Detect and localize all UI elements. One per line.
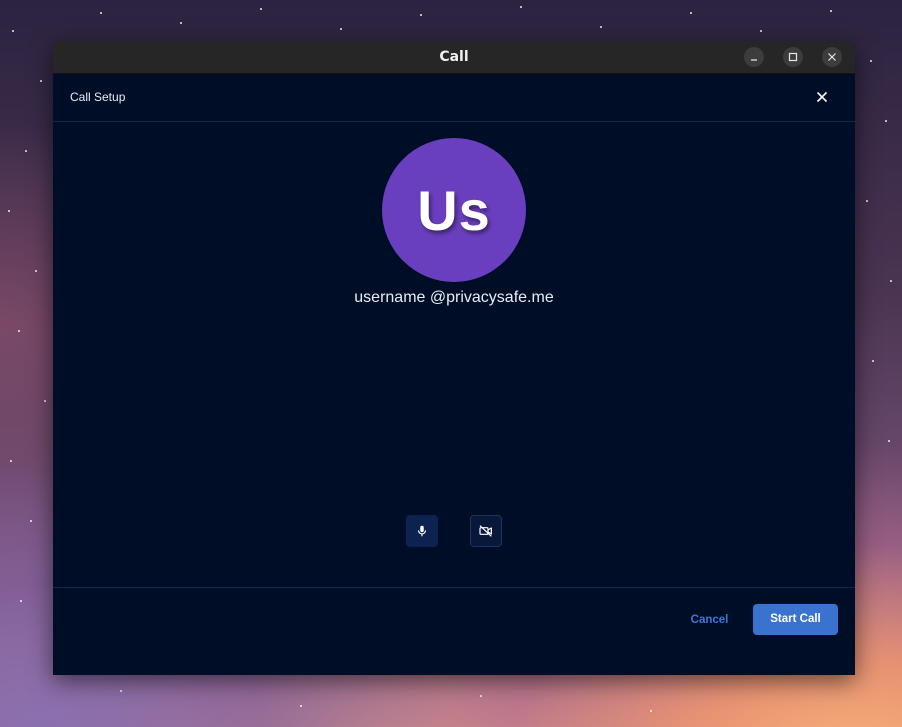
start-call-button[interactable]: Start Call — [753, 604, 838, 635]
minimize-icon — [751, 59, 757, 61]
close-icon — [828, 53, 836, 61]
cancel-button[interactable]: Cancel — [683, 604, 736, 636]
call-window: Call Call Setup Us username @privacysafe… — [53, 41, 855, 675]
dialog-close-button[interactable] — [812, 87, 832, 107]
avatar-initials: Us — [417, 178, 491, 242]
contact-avatar: Us — [382, 138, 526, 282]
camera-toggle-button[interactable] — [470, 515, 502, 547]
camera-off-icon — [479, 525, 492, 537]
dialog-title: Call Setup — [70, 90, 126, 104]
footer-divider — [53, 587, 855, 588]
maximize-button[interactable] — [783, 47, 803, 67]
contact-name: username @privacysafe.me — [354, 289, 554, 306]
minimize-button[interactable] — [744, 47, 764, 67]
close-icon — [816, 91, 828, 103]
window-titlebar[interactable]: Call — [53, 41, 855, 74]
microphone-toggle-button[interactable] — [406, 515, 438, 547]
window-close-button[interactable] — [822, 47, 842, 67]
dialog-header: Call Setup — [53, 73, 855, 122]
microphone-icon — [417, 525, 427, 537]
window-title: Call — [439, 49, 469, 65]
maximize-icon — [788, 52, 798, 62]
